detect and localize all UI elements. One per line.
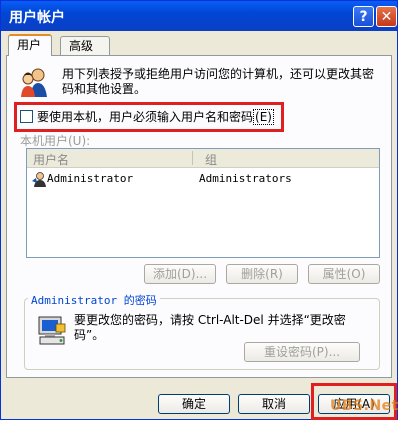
properties-button[interactable]: 属性(O) <box>308 264 380 284</box>
column-header-username[interactable]: 用户名 <box>33 151 69 168</box>
require-login-label[interactable]: 要使用本机，用户必须输入用户名和密码 (E) <box>37 108 274 125</box>
tab-advanced[interactable]: 高级 <box>60 36 110 56</box>
tab-users[interactable]: 用户 <box>8 34 52 56</box>
help-button[interactable]: ? <box>353 6 374 27</box>
title-bar[interactable]: 用户帐户 ? ✕ <box>1 1 397 31</box>
table-row[interactable]: Administrator Administrators <box>27 171 379 187</box>
cancel-button[interactable]: 取消 <box>238 394 310 414</box>
column-separator[interactable] <box>192 151 193 165</box>
local-users-caption: 本机用户(U): <box>20 134 91 148</box>
row-group: Administrators <box>199 172 292 185</box>
users-icon <box>21 68 47 97</box>
require-login-text: 要使用本机，用户必须输入用户名和密码 <box>37 110 254 124</box>
intro-text: 用下列表授予或拒绝用户访问您的计算机，还可以更改其密码和其他设置。 <box>62 67 375 96</box>
require-login-checkbox[interactable] <box>20 110 33 123</box>
password-group-title: Administrator 的密码 <box>28 292 160 308</box>
remove-user-button[interactable]: 删除(R) <box>226 264 298 284</box>
window-title: 用户帐户 <box>9 10 65 26</box>
require-login-hotkey: (E) <box>253 109 274 125</box>
watermark: UBS.Net <box>330 398 399 414</box>
row-username: Administrator <box>47 172 134 185</box>
add-user-button[interactable]: 添加(D)... <box>144 264 216 284</box>
close-button[interactable]: ✕ <box>376 6 397 27</box>
password-help-text: 要更改您的密码，请按 Ctrl-Alt-Del 并选择“更改密码”。 <box>74 313 346 342</box>
ok-button[interactable]: 确定 <box>158 394 230 414</box>
computer-icon <box>38 316 66 345</box>
list-header: 用户名 组 <box>27 149 379 168</box>
user-icon <box>32 172 46 187</box>
users-list[interactable]: 用户名 组 Administrator Administrators <box>26 148 380 258</box>
column-header-group[interactable]: 组 <box>205 151 217 168</box>
reset-password-button[interactable]: 重设密码(P)... <box>244 342 360 362</box>
